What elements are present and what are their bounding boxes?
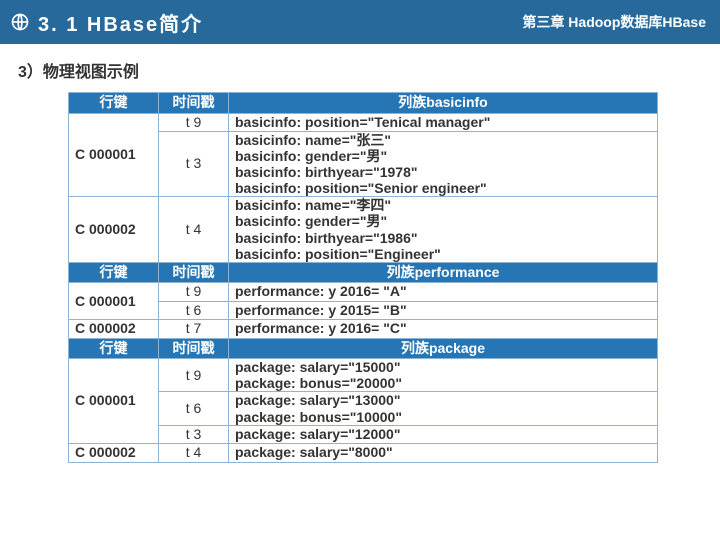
header-title: 3. 1 HBase简介 [38, 8, 203, 37]
cell-rowkey: C 000001 [69, 113, 159, 197]
cell-rowkey: C 000002 [69, 320, 159, 339]
cell-ts: t 9 [159, 359, 229, 392]
val-line: basicinfo: birthyear="1986" [235, 230, 651, 246]
th-timestamp: 时间戳 [159, 338, 229, 359]
table-basicinfo: 行键 时间戳 列族basicinfo C 000001 t 9 basicinf… [68, 92, 658, 263]
cell-ts: t 3 [159, 132, 229, 197]
table-package: 行键 时间戳 列族package C 000001 t 9 package: s… [68, 338, 658, 463]
cell-rowkey: C 000001 [69, 359, 159, 444]
table-row: C 000002 t 4 basicinfo: name="李四" basici… [69, 197, 658, 262]
header-left: 3. 1 HBase简介 [10, 8, 203, 37]
cell-val: basicinfo: position="Tenical manager" [229, 113, 658, 132]
val-line: basicinfo: gender="男" [235, 213, 651, 229]
cell-ts: t 6 [159, 392, 229, 425]
cell-val: basicinfo: name="李四" basicinfo: gender="… [229, 197, 658, 262]
cell-ts: t 9 [159, 283, 229, 302]
val-line: basicinfo: gender="男" [235, 148, 651, 164]
th-timestamp: 时间戳 [159, 93, 229, 114]
cell-val: performance: y 2015= "B" [229, 301, 658, 320]
table-row: C 000002 t 4 package: salary="8000" [69, 444, 658, 463]
th-cf-basicinfo: 列族basicinfo [229, 93, 658, 114]
globe-icon [10, 12, 30, 32]
cell-ts: t 4 [159, 444, 229, 463]
th-rowkey: 行键 [69, 93, 159, 114]
cell-val: package: salary="13000" package: bonus="… [229, 392, 658, 425]
slide-header: 3. 1 HBase简介 第三章 Hadoop数据库HBase [0, 0, 720, 44]
val-line: basicinfo: name="李四" [235, 197, 651, 213]
cell-val: performance: y 2016= "A" [229, 283, 658, 302]
val-line: basicinfo: position="Engineer" [235, 246, 651, 262]
th-cf-performance: 列族performance [229, 262, 658, 283]
table-header-row: 行键 时间戳 列族basicinfo [69, 93, 658, 114]
cell-ts: t 4 [159, 197, 229, 262]
cell-ts: t 7 [159, 320, 229, 339]
table-header-row: 行键 时间戳 列族performance [69, 262, 658, 283]
val-line: package: bonus="10000" [235, 409, 651, 425]
table-performance: 行键 时间戳 列族performance C 000001 t 9 perfor… [68, 262, 658, 339]
cell-ts: t 3 [159, 425, 229, 444]
cell-val: package: salary="8000" [229, 444, 658, 463]
cell-ts: t 9 [159, 113, 229, 132]
th-rowkey: 行键 [69, 262, 159, 283]
th-rowkey: 行键 [69, 338, 159, 359]
tables-wrap: 行键 时间戳 列族basicinfo C 000001 t 9 basicinf… [68, 92, 658, 463]
cell-ts: t 6 [159, 301, 229, 320]
cell-rowkey: C 000002 [69, 444, 159, 463]
val-line: package: bonus="20000" [235, 375, 651, 391]
table-row: C 000001 t 9 performance: y 2016= "A" [69, 283, 658, 302]
table-row: C 000001 t 9 package: salary="15000" pac… [69, 359, 658, 392]
cell-val: package: salary="12000" [229, 425, 658, 444]
val-line: basicinfo: birthyear="1978" [235, 164, 651, 180]
table-row: C 000002 t 7 performance: y 2016= "C" [69, 320, 658, 339]
table-header-row: 行键 时间戳 列族package [69, 338, 658, 359]
section-title: 3）物理视图示例 [18, 58, 720, 82]
val-line: basicinfo: name="张三" [235, 132, 651, 148]
cell-val: performance: y 2016= "C" [229, 320, 658, 339]
th-cf-package: 列族package [229, 338, 658, 359]
cell-val: package: salary="15000" package: bonus="… [229, 359, 658, 392]
cell-val: basicinfo: name="张三" basicinfo: gender="… [229, 132, 658, 197]
table-row: C 000001 t 9 basicinfo: position="Tenica… [69, 113, 658, 132]
val-line: package: salary="13000" [235, 392, 651, 408]
th-timestamp: 时间戳 [159, 262, 229, 283]
val-line: package: salary="15000" [235, 359, 651, 375]
chapter-title: 第三章 Hadoop数据库HBase [522, 12, 706, 32]
cell-rowkey: C 000001 [69, 283, 159, 320]
val-line: basicinfo: position="Senior engineer" [235, 180, 651, 196]
cell-rowkey: C 000002 [69, 197, 159, 262]
